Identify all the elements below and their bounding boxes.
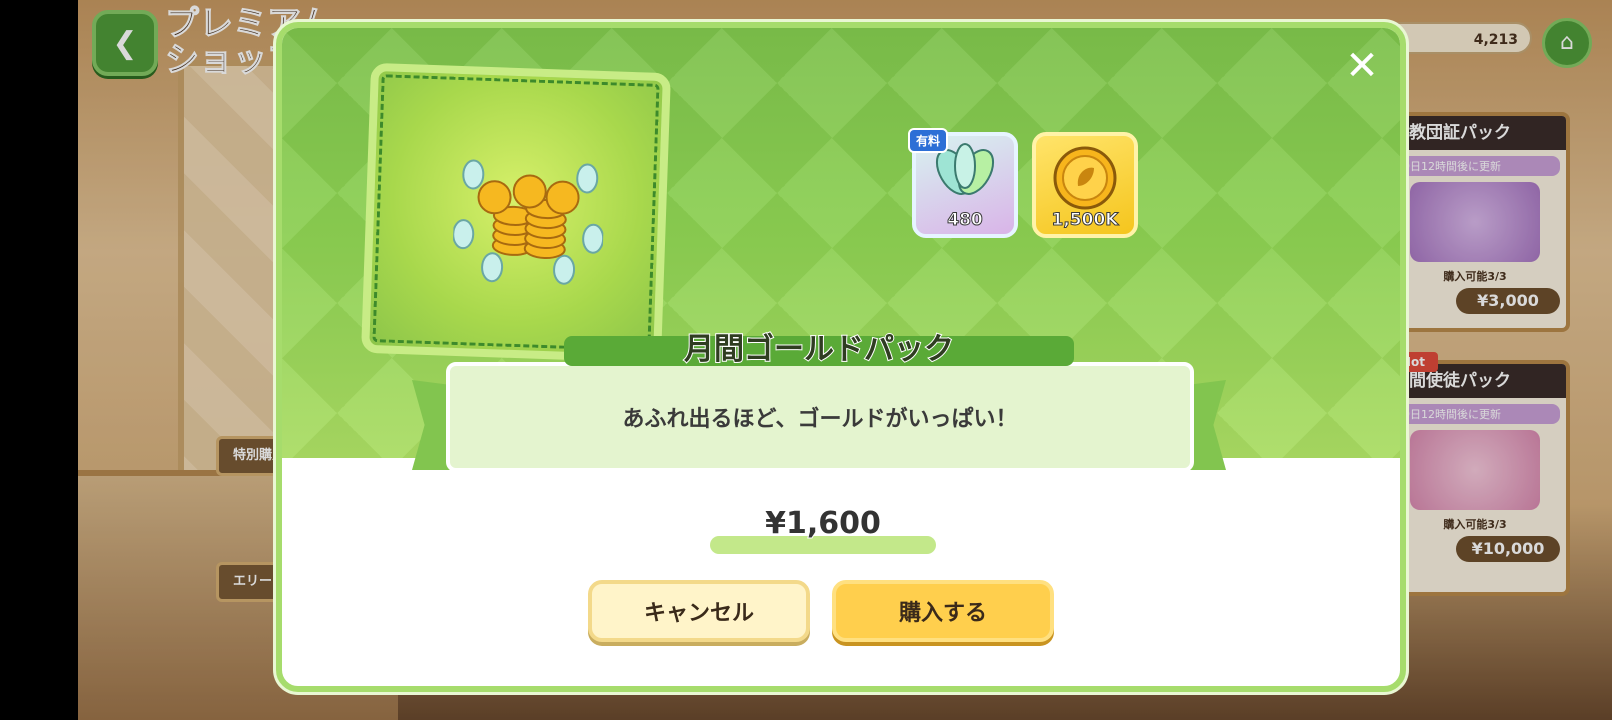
cancel-button[interactable]: キャンセル bbox=[588, 580, 810, 642]
price-value: ¥1,600 bbox=[764, 505, 882, 542]
close-icon: ✕ bbox=[1345, 43, 1379, 89]
gold-coin-icon bbox=[1053, 146, 1117, 210]
cancel-button-label: キャンセル bbox=[643, 601, 754, 626]
paid-badge: 有料 bbox=[908, 128, 949, 153]
close-button[interactable]: ✕ bbox=[1342, 46, 1382, 86]
price-display: ¥1,600 bbox=[710, 505, 936, 556]
buy-button[interactable]: 購入する bbox=[832, 580, 1054, 642]
gold-coins-icon bbox=[452, 159, 605, 285]
reward-gold-value: 1,500K bbox=[1051, 210, 1119, 231]
pack-description: あふれ出るほど、ゴールドがいっぱい！ bbox=[622, 407, 1018, 432]
reward-seed-value: 480 bbox=[947, 210, 984, 231]
reward-seed: 有料 480 bbox=[908, 128, 1018, 238]
pack-artwork bbox=[361, 62, 671, 364]
purchase-dialog: ✕ 有料 480 1,500K あふれ出るほど、ゴールドがいっぱい！ 月間ゴール… bbox=[276, 22, 1406, 692]
buy-button-label: 購入する bbox=[898, 601, 987, 626]
description-banner: あふれ出るほど、ゴールドがいっぱい！ bbox=[446, 362, 1194, 472]
reward-gold: 1,500K bbox=[1032, 132, 1138, 238]
pack-title: 月間ゴールドパック bbox=[683, 331, 955, 368]
